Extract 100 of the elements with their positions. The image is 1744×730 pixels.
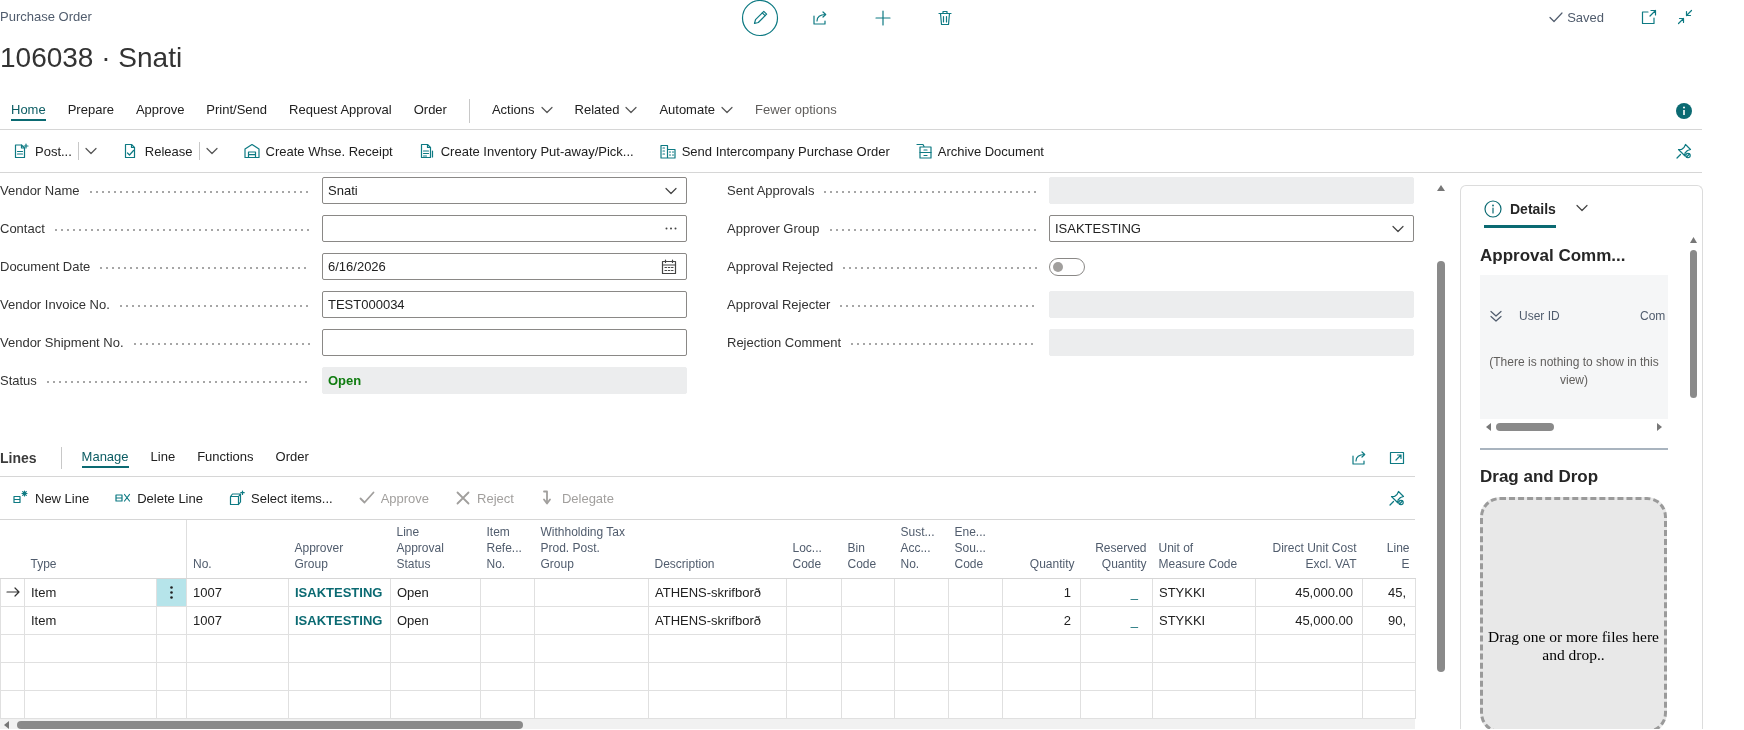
trash-icon[interactable]: [938, 10, 952, 26]
action-button[interactable]: Archive Document: [915, 138, 1044, 164]
tab[interactable]: Print/Send: [206, 100, 268, 121]
input-field[interactable]: [322, 329, 687, 356]
chevron-down-icon[interactable]: [84, 147, 97, 155]
chevron-down-icon[interactable]: [205, 147, 218, 155]
chevron-down-icon: [625, 106, 638, 114]
field-label: Vendor Shipment No.: [0, 335, 124, 350]
action-button[interactable]: Select items...: [229, 485, 333, 511]
checkmark-icon: [1549, 11, 1564, 23]
field-label: Approval Rejecter: [727, 297, 831, 312]
table-cell: ISAKTESTING: [288, 578, 391, 606]
table-cell: 1: [1002, 578, 1081, 606]
warehouse-icon: [243, 143, 260, 159]
scroll-right-icon[interactable]: [1657, 422, 1662, 431]
input-field[interactable]: [322, 215, 687, 242]
horizontal-scrollbar[interactable]: [0, 718, 1415, 729]
plus-icon[interactable]: [875, 10, 891, 26]
menu-button[interactable]: Automate: [659, 100, 734, 121]
menu-button[interactable]: Actions: [491, 100, 553, 121]
table-cell: STYKKI: [1152, 606, 1256, 634]
field-label: Document Date: [0, 259, 91, 274]
column-header: Withholding Tax Prod. Post. Group: [534, 520, 649, 578]
scrollbar-thumb[interactable]: [1496, 422, 1554, 431]
tab[interactable]: Approve: [135, 100, 185, 121]
scroll-up-icon[interactable]: [1437, 185, 1445, 191]
column-header: Quantity: [1002, 520, 1081, 578]
scrollbar-thumb[interactable]: [1437, 261, 1445, 672]
action-button[interactable]: Create Inventory Put-away/Pick...: [418, 138, 634, 164]
chevron-down-icon[interactable]: [1575, 203, 1588, 212]
action-button[interactable]: New Line: [13, 485, 90, 511]
column-header: Approver Group: [288, 520, 391, 578]
input-field[interactable]: TEST000034: [322, 291, 687, 318]
action-button[interactable]: Create Whse. Receipt: [243, 138, 393, 164]
tab[interactable]: Order: [275, 447, 309, 468]
pin-icon[interactable]: [1389, 490, 1405, 506]
pin-icon[interactable]: [1676, 143, 1692, 159]
list-sparkle-icon: [13, 490, 29, 506]
tab[interactable]: Manage: [81, 447, 129, 468]
table-cell: ATHENS-skrifborð: [648, 606, 787, 634]
page-title: 106038 · Snati: [0, 41, 184, 75]
drilldown-link[interactable]: _: [1080, 606, 1153, 634]
scrollbar-thumb[interactable]: [17, 720, 523, 729]
field-label: Rejection Comment: [727, 335, 842, 350]
tab[interactable]: Functions: [197, 447, 254, 468]
action-button[interactable]: Release: [122, 138, 193, 164]
scroll-up-icon[interactable]: [1690, 237, 1697, 243]
table-cell: Item: [24, 606, 157, 634]
column-header: Loc... Code: [786, 520, 842, 578]
tab[interactable]: Prepare: [67, 100, 114, 121]
cross-icon: [455, 490, 472, 506]
table-cell: Item: [24, 578, 157, 606]
pencil-icon[interactable]: [741, 0, 779, 37]
menu-button[interactable]: Related: [574, 100, 638, 121]
table-cell: 1007: [186, 578, 289, 606]
date-field[interactable]: 6/16/2026: [322, 253, 687, 280]
popout-icon[interactable]: [1641, 9, 1657, 25]
part-title: Lines: [0, 449, 37, 466]
column-header: Sust... Acc... No.: [894, 520, 949, 578]
buildings-icon: [659, 143, 676, 159]
dropdown-field[interactable]: ISAKTESTING: [1049, 215, 1414, 242]
ellipsis-icon[interactable]: [665, 227, 677, 230]
expand-icon[interactable]: [1389, 449, 1405, 466]
column-header: Item Refe... No.: [480, 520, 535, 578]
scrollbar-thumb[interactable]: [1690, 250, 1697, 398]
action-button[interactable]: Post...: [13, 138, 72, 164]
dropdown-field[interactable]: Snati: [322, 177, 687, 204]
chevron-down-icon: [540, 106, 553, 114]
tab[interactable]: Line: [150, 447, 176, 468]
empty-message: (There is nothing to show in this view): [1488, 354, 1660, 389]
fewer-options-button[interactable]: Fewer options: [755, 100, 837, 121]
field-label: Contact: [0, 221, 45, 236]
action-button[interactable]: Delete Line: [115, 485, 203, 511]
tab[interactable]: Home: [11, 100, 46, 121]
drop-zone[interactable]: Drag one or more files here and drop..: [1480, 497, 1667, 729]
tab[interactable]: Details: [1484, 187, 1556, 228]
share-icon[interactable]: [1351, 449, 1367, 466]
field-label: Vendor Name: [0, 183, 80, 198]
column-header: Type: [24, 520, 157, 578]
collapse-icon[interactable]: [1677, 9, 1693, 25]
calendar-icon[interactable]: [661, 258, 677, 275]
section-title: Drag and Drop: [1480, 466, 1600, 488]
saved-status: Saved: [1567, 9, 1604, 25]
action-button[interactable]: Send Intercompany Purchase Order: [659, 138, 890, 164]
drilldown-link[interactable]: _: [1080, 578, 1153, 606]
checkmark-icon: [358, 490, 375, 506]
column-header: Bin Code: [841, 520, 895, 578]
scroll-left-icon[interactable]: [4, 720, 9, 729]
share-icon[interactable]: [812, 10, 828, 26]
cabinet-icon: [915, 143, 932, 159]
scroll-left-icon[interactable]: [1486, 422, 1491, 431]
double-chevron-icon[interactable]: [1490, 310, 1502, 322]
table-cell: 90,: [1362, 606, 1416, 634]
tab[interactable]: Order: [413, 100, 447, 121]
tab[interactable]: Request Approval: [289, 100, 392, 121]
table-cell: ISAKTESTING: [288, 606, 391, 634]
table-cell: STYKKI: [1152, 578, 1256, 606]
table-cell: Open: [390, 578, 481, 606]
info-icon: [1484, 199, 1502, 218]
info-icon[interactable]: [1676, 102, 1692, 119]
